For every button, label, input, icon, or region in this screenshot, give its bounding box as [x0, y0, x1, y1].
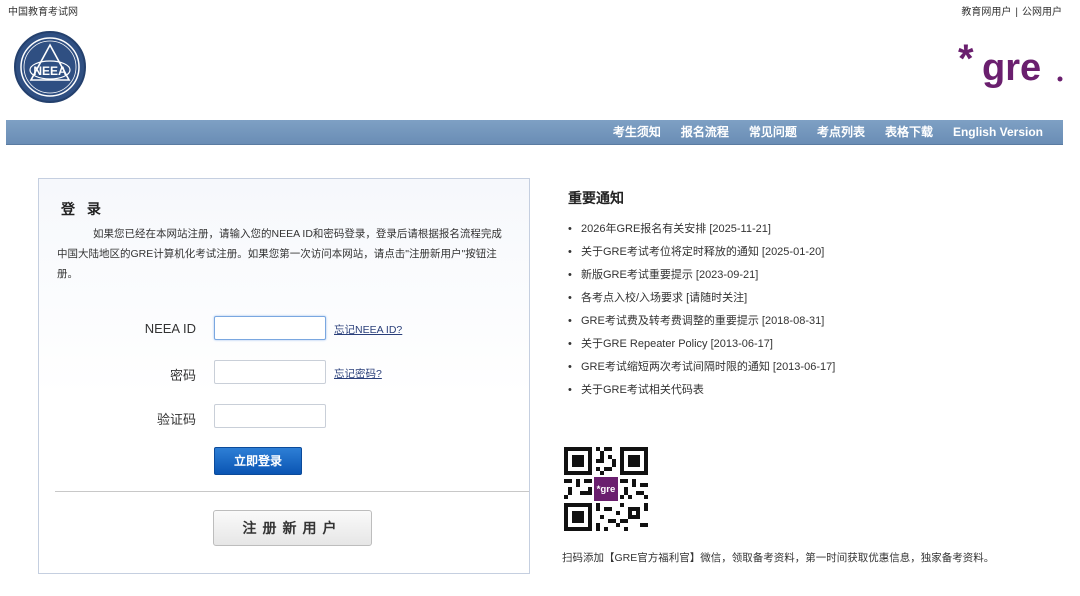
edu-user-link[interactable]: 教育网用户 — [961, 7, 1011, 18]
captcha-input[interactable] — [214, 404, 326, 428]
password-input[interactable] — [214, 360, 326, 384]
user-type-links: 教育网用户 | 公网用户 — [961, 3, 1062, 18]
notices-title: 重要通知 — [568, 190, 624, 206]
top-bar: 中国教育考试网 教育网用户 | 公网用户 — [0, 0, 1080, 18]
qr-caption: 扫码添加【GRE官方福利官】微信，领取备考资料，第一时间获取优惠信息，独家备考资… — [562, 552, 995, 564]
notice-item[interactable]: GRE考试费及转考费调整的重要提示 [2018-08-31] — [568, 310, 1038, 333]
login-button[interactable]: 立即登录 — [214, 447, 302, 475]
notice-item[interactable]: 新版GRE考试重要提示 [2023-09-21] — [568, 264, 1038, 287]
separator: | — [1015, 7, 1018, 18]
wechat-qr-code: *gre — [564, 447, 648, 531]
gre-logo-text: gre — [982, 47, 1041, 89]
login-title: 登 录 — [61, 201, 105, 217]
notice-item[interactable]: 关于GRE考试考位将定时释放的通知 [2025-01-20] — [568, 241, 1038, 264]
forgot-password-link[interactable]: 忘记密码? — [334, 366, 382, 381]
password-label: 密码 — [169, 368, 196, 383]
notice-item[interactable]: 2026年GRE报名有关安排 [2025-11-21] — [568, 218, 1038, 241]
nav-faq[interactable]: 常见问题 — [739, 120, 807, 144]
register-new-user-button[interactable]: 注册新用户 — [213, 510, 372, 546]
nav-candidate-notice[interactable]: 考生须知 — [603, 120, 671, 144]
important-notices: 重要通知 2026年GRE报名有关安排 [2025-11-21] 关于GRE考试… — [568, 188, 1038, 402]
site-name-link[interactable]: 中国教育考试网 — [8, 3, 78, 18]
nav-english-version[interactable]: English Version — [943, 120, 1053, 144]
nav-registration-process[interactable]: 报名流程 — [671, 120, 739, 144]
login-description: 如果您已经在本网站注册，请输入您的NEEA ID和密码登录，登录后请根据报名流程… — [57, 228, 502, 280]
notice-item[interactable]: 关于GRE考试相关代码表 — [568, 379, 1038, 402]
forgot-neea-id-link[interactable]: 忘记NEEA ID? — [334, 322, 402, 337]
nav-test-centers[interactable]: 考点列表 — [807, 120, 875, 144]
svg-text:*: * — [958, 37, 974, 81]
login-panel: 登 录 如果您已经在本网站注册，请输入您的NEEA ID和密码登录，登录后请根据… — [38, 178, 530, 574]
divider — [55, 491, 529, 492]
qr-gre-badge: *gre — [597, 484, 616, 495]
neea-id-label: NEEA ID — [144, 321, 196, 336]
notice-item[interactable]: 各考点入校/入场要求 [请随时关注] — [568, 287, 1038, 310]
captcha-label: 验证码 — [156, 412, 196, 427]
main-nav-bar: 考生须知 报名流程 常见问题 考点列表 表格下载 English Version — [6, 120, 1063, 145]
notice-list: 2026年GRE报名有关安排 [2025-11-21] 关于GRE考试考位将定时… — [568, 218, 1038, 402]
neea-logo-text: NEEA — [33, 64, 67, 78]
public-user-link[interactable]: 公网用户 — [1022, 7, 1062, 18]
notice-item[interactable]: GRE考试缩短两次考试间隔时限的通知 [2013-06-17] — [568, 356, 1038, 379]
nav-form-download[interactable]: 表格下载 — [875, 120, 943, 144]
neea-logo[interactable]: NEEA — [13, 30, 87, 104]
gre-logo[interactable]: * gre — [956, 36, 1066, 90]
neea-id-input[interactable] — [214, 316, 326, 340]
notice-item[interactable]: 关于GRE Repeater Policy [2013-06-17] — [568, 333, 1038, 356]
